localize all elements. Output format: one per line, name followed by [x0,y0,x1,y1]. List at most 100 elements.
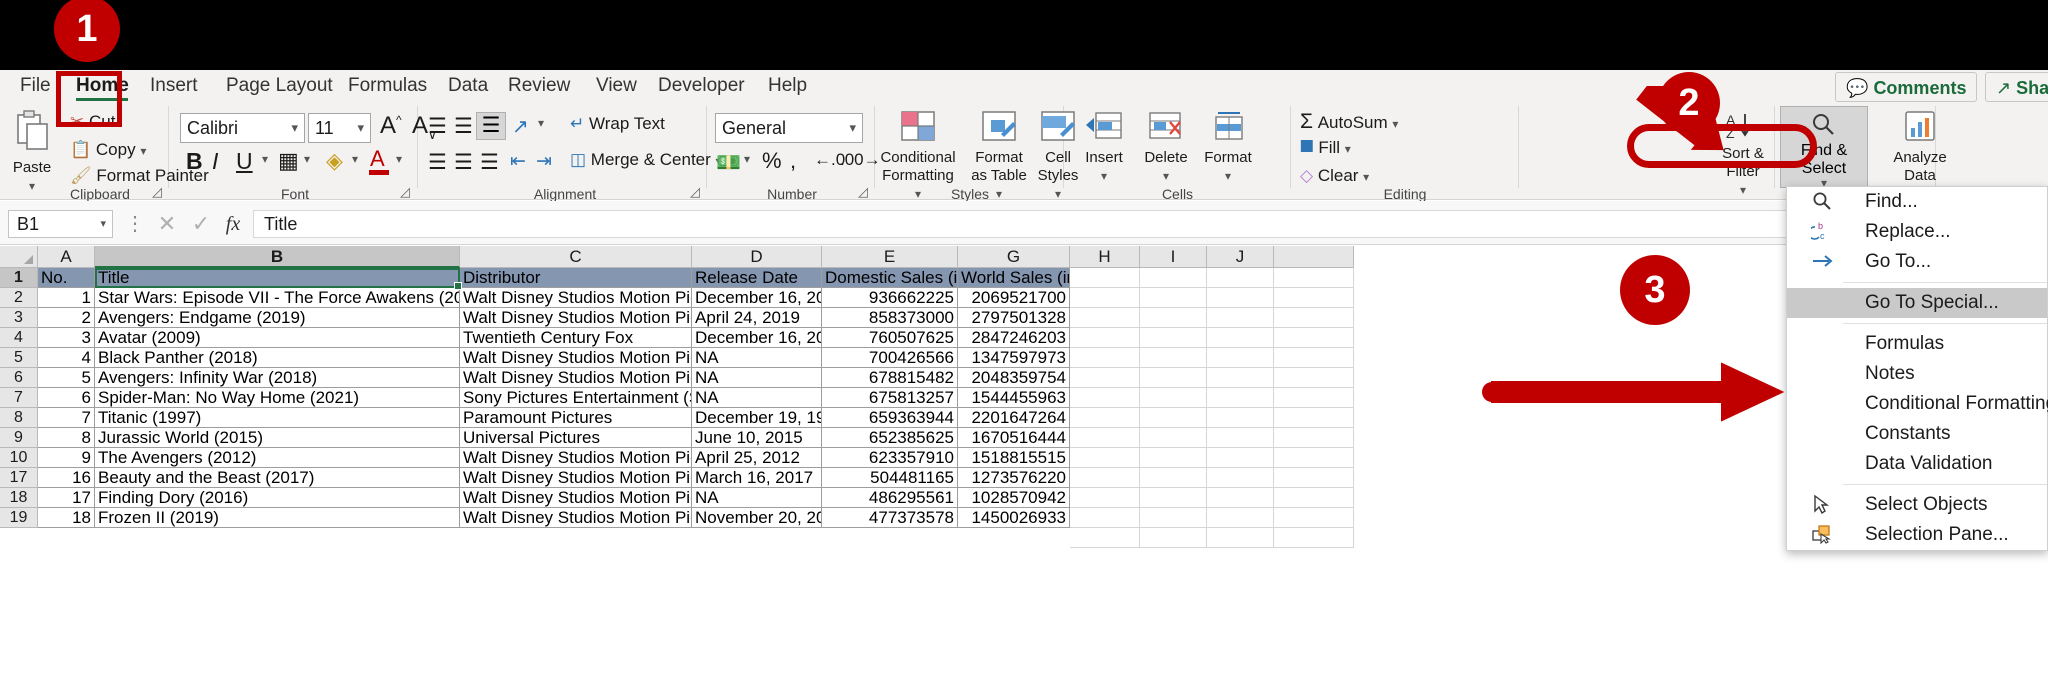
cell-B2[interactable]: Star Wars: Episode VII - The Force Awake… [95,288,460,308]
cell-G18[interactable]: 1028570942 [958,488,1070,508]
row-header-1[interactable]: 1 [0,268,38,288]
cell-A3[interactable]: 2 [38,308,95,328]
cell-I7[interactable] [1140,388,1207,408]
menu-item-select-objects[interactable]: Select Objects [1787,490,2047,520]
cell-J6[interactable] [1207,368,1274,388]
clear-button[interactable]: ◇ Clear ▾ [1300,166,1369,186]
cell-I4[interactable] [1140,328,1207,348]
cell-C18[interactable]: Walt Disney Studios Motion Pictures [460,488,692,508]
chevron-down-icon[interactable]: ▾ [291,114,298,142]
cell-K9[interactable] [1274,428,1354,448]
column-header-trailing[interactable] [1274,246,1354,268]
cell-I3[interactable] [1140,308,1207,328]
cell-D19[interactable]: November 20, 2019 [692,508,822,528]
align-center-button[interactable]: ☰ [454,150,473,175]
cell-H5[interactable] [1070,348,1140,368]
cell-H3[interactable] [1070,308,1140,328]
copy-chevron-icon[interactable]: ▾ [140,144,146,158]
cell-E9[interactable]: 652385625 [822,428,958,448]
decrease-indent-button[interactable]: ⇤ [510,150,526,173]
conditional-formatting-button[interactable]: Conditional Formatting ▾ [878,110,958,203]
cell-J10[interactable] [1207,448,1274,468]
format-cells-button[interactable]: Format ▾ [1200,110,1256,185]
cell-H2[interactable] [1070,288,1140,308]
cell-A8[interactable]: 7 [38,408,95,428]
cell-I5[interactable] [1140,348,1207,368]
header-cell-E1[interactable]: Domestic Sales (in $) [822,268,958,288]
font-size-combo[interactable]: 11 ▾ [308,113,371,143]
format-chevron-icon[interactable]: ▾ [1200,167,1256,185]
cell-E3[interactable]: 858373000 [822,308,958,328]
cell-K7[interactable] [1274,388,1354,408]
cell-D4[interactable]: December 16, 2009 [692,328,822,348]
ribbon-tab-page-layout[interactable]: Page Layout [216,70,343,102]
enter-icon[interactable]: ✓ [186,210,216,238]
cell-A19[interactable]: 18 [38,508,95,528]
cell-C4[interactable]: Twentieth Century Fox [460,328,692,348]
cell-G4[interactable]: 2847246203 [958,328,1070,348]
borders-button[interactable]: ▦ [278,148,299,174]
cell-D10[interactable]: April 25, 2012 [692,448,822,468]
cell-G3[interactable]: 2797501328 [958,308,1070,328]
select-all-corner[interactable] [0,246,38,268]
comments-button[interactable]: 💬 Comments [1835,72,1978,102]
cell-H7[interactable] [1070,388,1140,408]
cell-E4[interactable]: 760507625 [822,328,958,348]
increase-font-size-button[interactable]: A^ [380,112,402,140]
cell-A9[interactable]: 8 [38,428,95,448]
column-header-B[interactable]: B [95,246,460,268]
cell-C2[interactable]: Walt Disney Studios Motion Pictures [460,288,692,308]
cell-B19[interactable]: Frozen II (2019) [95,508,460,528]
insert-cells-button[interactable]: Insert ▾ [1076,110,1132,185]
cell-J1[interactable] [1207,268,1274,288]
find-and-select-menu[interactable]: Find... b c Replace... Go To... Go To Special… [1786,186,2048,551]
row-header-7[interactable]: 7 [0,388,38,408]
font-dialog-launcher[interactable]: ◿ [400,185,414,199]
row-header-10[interactable]: 10 [0,448,38,468]
cell-D9[interactable]: June 10, 2015 [692,428,822,448]
cell-A4[interactable]: 3 [38,328,95,348]
cell-C8[interactable]: Paramount Pictures [460,408,692,428]
delete-chevron-icon[interactable]: ▾ [1138,167,1194,185]
cell-K[interactable] [1274,528,1354,548]
column-header-J[interactable]: J [1207,246,1274,268]
cell-H4[interactable] [1070,328,1140,348]
chevron-down-icon[interactable]: ▾ [357,114,364,142]
cell-K10[interactable] [1274,448,1354,468]
ribbon-tab-data[interactable]: Data [438,70,498,102]
menu-item-data-validation[interactable]: Data Validation [1787,449,2047,479]
cell-E2[interactable]: 936662225 [822,288,958,308]
chevron-down-icon[interactable]: ▾ [849,114,856,142]
currency-format-button[interactable]: 💵 [716,150,741,175]
cell-I2[interactable] [1140,288,1207,308]
column-header-G[interactable]: G [958,246,1070,268]
cell-G17[interactable]: 1273576220 [958,468,1070,488]
menu-item-go-to-special[interactable]: Go To Special... [1787,288,2047,318]
cell-I6[interactable] [1140,368,1207,388]
menu-item-selection-pane[interactable]: Selection Pane... [1787,520,2047,550]
cell-H9[interactable] [1070,428,1140,448]
cell-I17[interactable] [1140,468,1207,488]
fill-button[interactable]: ⯀ Fill ▾ [1300,138,1351,158]
cell-K6[interactable] [1274,368,1354,388]
merge-center-button[interactable]: ◫ Merge & Center ▾ [570,150,722,170]
cell-C5[interactable]: Walt Disney Studios Motion Pictures [460,348,692,368]
cell-I8[interactable] [1140,408,1207,428]
cell-K18[interactable] [1274,488,1354,508]
cell-A18[interactable]: 17 [38,488,95,508]
cell-D2[interactable]: December 16, 2015 [692,288,822,308]
fill-color-button[interactable]: ◈ [326,148,343,174]
cell-G10[interactable]: 1518815515 [958,448,1070,468]
ribbon-tab-insert[interactable]: Insert [140,70,208,102]
decrease-decimal-button[interactable]: .00→ [840,150,881,170]
cell-J9[interactable] [1207,428,1274,448]
row-header-4[interactable]: 4 [0,328,38,348]
cell-B9[interactable]: Jurassic World (2015) [95,428,460,448]
cell-D6[interactable]: NA [692,368,822,388]
cell-J[interactable] [1207,528,1274,548]
chevron-down-icon[interactable]: ▾ [100,211,106,237]
underline-button[interactable]: U [236,148,253,175]
ribbon-tab-developer[interactable]: Developer [648,70,755,102]
row-header-6[interactable]: 6 [0,368,38,388]
font-name-combo[interactable]: Calibri ▾ [180,113,305,143]
